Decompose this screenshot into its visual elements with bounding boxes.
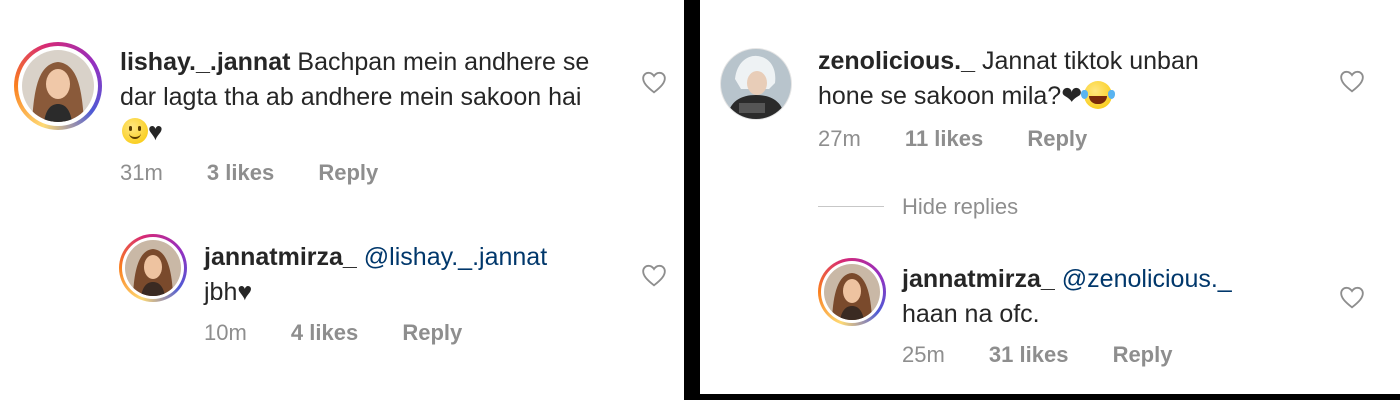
comment-body: zenolicious._ Jannat tiktok unban hone s…: [818, 44, 1238, 114]
reply-button[interactable]: Reply: [318, 160, 378, 186]
reply-text: jbh: [204, 278, 238, 306]
reply-time: 10m: [204, 320, 247, 345]
avatar: [22, 50, 94, 122]
heart-outline-icon[interactable]: [1339, 285, 1365, 309]
hide-replies-button[interactable]: Hide replies: [902, 194, 1018, 220]
reply-likes[interactable]: 31 likes: [989, 342, 1069, 368]
comment-likes[interactable]: 11 likes: [905, 126, 983, 152]
comment-lishay: lishay._.jannat Bachpan mein andhere se …: [0, 0, 684, 200]
reply-username[interactable]: jannatmirza_: [902, 265, 1055, 293]
reply-button[interactable]: Reply: [402, 320, 462, 346]
comment-meta: 31m 3 likes Reply: [120, 160, 378, 186]
comment-username[interactable]: lishay._.jannat: [120, 48, 290, 76]
avatar: [824, 264, 880, 320]
avatar: [721, 49, 791, 119]
reply-meta: 25m 31 likes Reply: [902, 342, 1172, 368]
reply-button[interactable]: Reply: [1113, 342, 1173, 368]
reply-time: 25m: [902, 342, 945, 367]
reply-body: jannatmirza_ @lishay._.jannat jbh♥: [204, 240, 624, 310]
heart-suffix: ❤: [1061, 82, 1083, 110]
reply-jannatmirza-left: jannatmirza_ @lishay._.jannat jbh♥ 10m 4…: [0, 220, 684, 400]
comment-body: lishay._.jannat Bachpan mein andhere se …: [120, 45, 600, 150]
comment-likes[interactable]: 3 likes: [207, 160, 274, 186]
avatar-story-ring[interactable]: [119, 234, 187, 302]
reply-button[interactable]: Reply: [1027, 126, 1087, 152]
reply-mention[interactable]: @zenolicious._: [1062, 265, 1232, 293]
heart-outline-icon[interactable]: [641, 70, 667, 94]
smiling-face-emoji-icon: [122, 118, 148, 144]
comment-time: 27m: [818, 126, 861, 151]
hide-replies-line: [818, 206, 884, 207]
tears-of-joy-emoji-icon: [1081, 81, 1113, 109]
comments-panel-right: zenolicious._ Jannat tiktok unban hone s…: [700, 0, 1400, 394]
heart-suffix: ♥: [148, 118, 163, 146]
reply-likes[interactable]: 4 likes: [291, 320, 358, 346]
reply-username[interactable]: jannatmirza_: [204, 243, 357, 271]
avatar-story-ring[interactable]: [818, 258, 886, 326]
reply-mention[interactable]: @lishay._.jannat: [364, 243, 547, 271]
comment-meta: 27m 11 likes Reply: [818, 126, 1087, 152]
comment-zenolicious: zenolicious._ Jannat tiktok unban hone s…: [700, 0, 1400, 170]
comments-panel-left: lishay._.jannat Bachpan mein andhere se …: [0, 0, 684, 400]
heart-outline-icon[interactable]: [1339, 69, 1365, 93]
reply-text: haan na ofc.: [902, 300, 1040, 328]
avatar-story-ring[interactable]: [14, 42, 102, 130]
heart-suffix: ♥: [237, 278, 253, 306]
heart-outline-icon[interactable]: [641, 263, 667, 287]
reply-meta: 10m 4 likes Reply: [204, 320, 462, 346]
comment-username[interactable]: zenolicious._: [818, 47, 975, 75]
avatar-ring[interactable]: [720, 48, 792, 120]
avatar: [125, 240, 181, 296]
reply-body: jannatmirza_ @zenolicious._ haan na ofc.: [902, 262, 1322, 332]
comment-time: 31m: [120, 160, 163, 185]
reply-jannatmirza-right: jannatmirza_ @zenolicious._ haan na ofc.…: [700, 240, 1400, 394]
